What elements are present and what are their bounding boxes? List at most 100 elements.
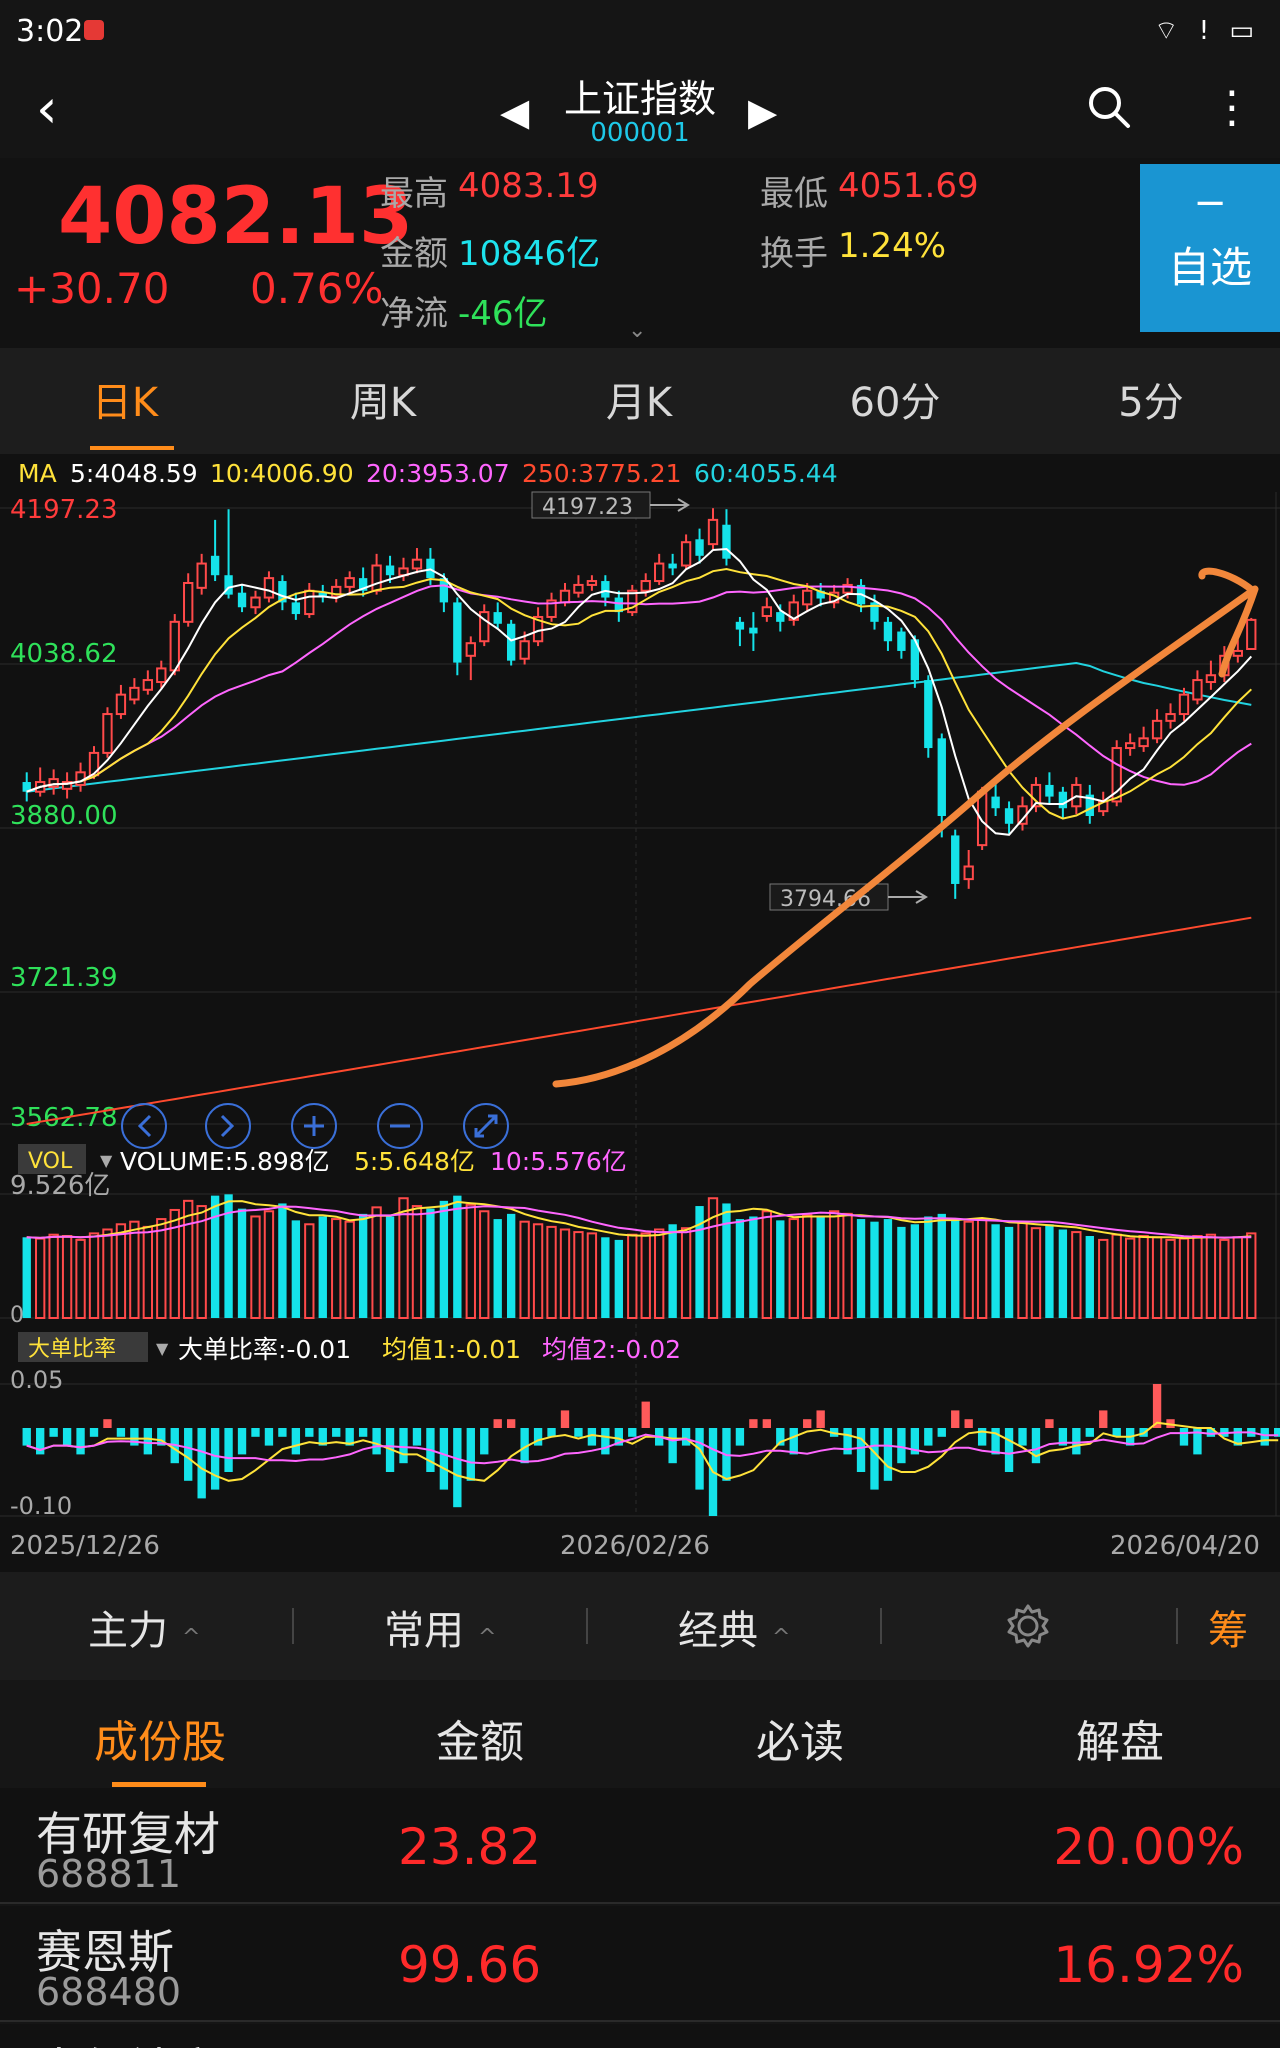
tab-must-read[interactable]: 必读	[640, 1706, 960, 1770]
volume-bar	[680, 1227, 692, 1320]
toolbar-divider	[880, 1608, 882, 1644]
volume-bar	[1030, 1227, 1042, 1320]
large-order-bar	[695, 1428, 704, 1490]
pan-right-button[interactable]	[205, 1103, 251, 1149]
volume-bar	[586, 1232, 598, 1320]
volume-bar	[1138, 1234, 1149, 1319]
pan-left-button[interactable]	[121, 1103, 167, 1149]
volume-bar	[963, 1220, 974, 1319]
tab-5min[interactable]: 5分	[1026, 370, 1276, 428]
tab-monthly[interactable]: 月K	[514, 370, 764, 428]
large-order-bar	[278, 1428, 287, 1437]
candle-body	[722, 524, 731, 559]
volume-bar	[614, 1239, 623, 1318]
candle-body	[263, 577, 275, 599]
large-order-bar	[506, 1419, 516, 1428]
period-tabs: 日K 周K 月K 60分 5分	[0, 348, 1280, 454]
large-order-dropdown-icon[interactable]: ▼	[156, 1339, 169, 1358]
large-order-label[interactable]: 大单比率	[28, 1337, 116, 1362]
turnover-value: 1.24%	[838, 226, 947, 266]
candle-body	[1004, 808, 1014, 824]
candle-body	[654, 562, 665, 583]
volume-bar	[426, 1208, 435, 1318]
status-bar: 3:02 ⌔ ! ▭	[0, 0, 1280, 62]
stock-row[interactable]: 赛恩斯 688480 99.66 16.92%	[0, 1906, 1280, 2022]
search-icon[interactable]	[1086, 84, 1132, 130]
large-order-bar	[1031, 1428, 1041, 1464]
caret-up-icon: ^	[182, 1625, 201, 1650]
expand-chevron-icon[interactable]: ⌄	[628, 318, 646, 343]
volume-bar	[358, 1213, 368, 1318]
stock-row[interactable]: 有研复材 688811 23.82 20.00%	[0, 1788, 1280, 1904]
active-list-tab-indicator	[112, 1782, 206, 1787]
zoom-in-button[interactable]	[291, 1103, 337, 1149]
zoom-out-button[interactable]	[377, 1103, 423, 1149]
volume-bar	[506, 1213, 516, 1318]
volume-bar	[1004, 1226, 1014, 1318]
large-order-bar	[62, 1428, 72, 1446]
y-tick-3: 3880.00	[10, 801, 118, 831]
large-order-bar	[76, 1428, 85, 1455]
large-order-bar	[1085, 1428, 1094, 1437]
candle-body	[506, 623, 516, 661]
low-value: 4051.69	[838, 166, 979, 206]
volume-bar	[318, 1216, 327, 1318]
previous-index-icon[interactable]: ◀	[500, 90, 529, 134]
candle-body	[1205, 674, 1217, 684]
large-order-bar	[1152, 1384, 1162, 1428]
large-order-bar	[453, 1428, 462, 1508]
kline-chart[interactable]: MA 5:4048.59 10:4006.90 20:3953.07 250:3…	[0, 454, 1280, 1572]
candle-body	[749, 627, 758, 634]
large-order-bar	[762, 1419, 772, 1428]
candle-body	[210, 555, 220, 576]
candle-body	[250, 596, 261, 609]
candle-body	[695, 539, 704, 556]
large-order-bar	[735, 1428, 745, 1446]
back-arrow-icon[interactable]: ‹	[36, 82, 58, 136]
volume-ymax: 9.526亿	[10, 1171, 110, 1201]
large-order-bar	[103, 1419, 112, 1428]
large-order-bar	[897, 1428, 906, 1464]
more-menu-icon[interactable]: ⋮	[1210, 86, 1254, 130]
tab-weekly[interactable]: 周K	[258, 370, 508, 428]
ma250-legend: 250:3775.21	[522, 459, 682, 488]
large-order-bar	[143, 1428, 153, 1455]
large-order-bar	[628, 1428, 637, 1437]
large-order-bar	[1072, 1428, 1081, 1455]
volume-bar	[1071, 1231, 1082, 1320]
tab-daily[interactable]: 日K	[0, 370, 250, 428]
large-order-bar	[224, 1428, 233, 1472]
tab-60min[interactable]: 60分	[770, 370, 1020, 428]
candle-body	[680, 541, 692, 567]
large-order-bar	[964, 1419, 973, 1428]
large-order-bar	[332, 1428, 341, 1437]
toolbar-chips[interactable]: 筹	[1208, 1598, 1248, 1656]
next-index-icon[interactable]: ▶	[748, 90, 777, 134]
toolbar-main-force[interactable]: 主力 ^	[88, 1598, 200, 1656]
toolbar-common[interactable]: 常用 ^	[384, 1598, 496, 1656]
tab-constituents[interactable]: 成份股	[0, 1706, 320, 1770]
candle-body	[897, 631, 906, 651]
candle-body	[883, 621, 893, 642]
toolbar-classic[interactable]: 经典 ^	[678, 1598, 790, 1656]
volume-bar	[546, 1225, 557, 1320]
settings-gear-icon[interactable]	[1004, 1602, 1052, 1650]
volume-bar	[1219, 1238, 1230, 1319]
stock-row[interactable]: 中复神鹰	[0, 2024, 1280, 2048]
large-order-bar	[1045, 1419, 1054, 1428]
add-watchlist-button[interactable]: − 自选	[1140, 164, 1280, 332]
volume-bar	[1178, 1237, 1190, 1319]
toolbar-common-label: 常用	[384, 1608, 464, 1654]
ma250-line	[26, 916, 1252, 1125]
tab-amount[interactable]: 金额	[320, 1706, 640, 1770]
tab-analysis[interactable]: 解盘	[960, 1706, 1280, 1770]
stock-price: 99.66	[398, 1936, 542, 1994]
fullscreen-button[interactable]	[463, 1103, 509, 1149]
candle-body	[453, 602, 462, 663]
amount-label: 金额	[380, 234, 448, 274]
vol-dropdown-icon[interactable]: ▼	[100, 1151, 113, 1170]
large-order-bar	[480, 1428, 489, 1455]
volume-bar	[278, 1203, 287, 1318]
candle-body	[169, 620, 180, 672]
candle-body	[385, 565, 395, 576]
